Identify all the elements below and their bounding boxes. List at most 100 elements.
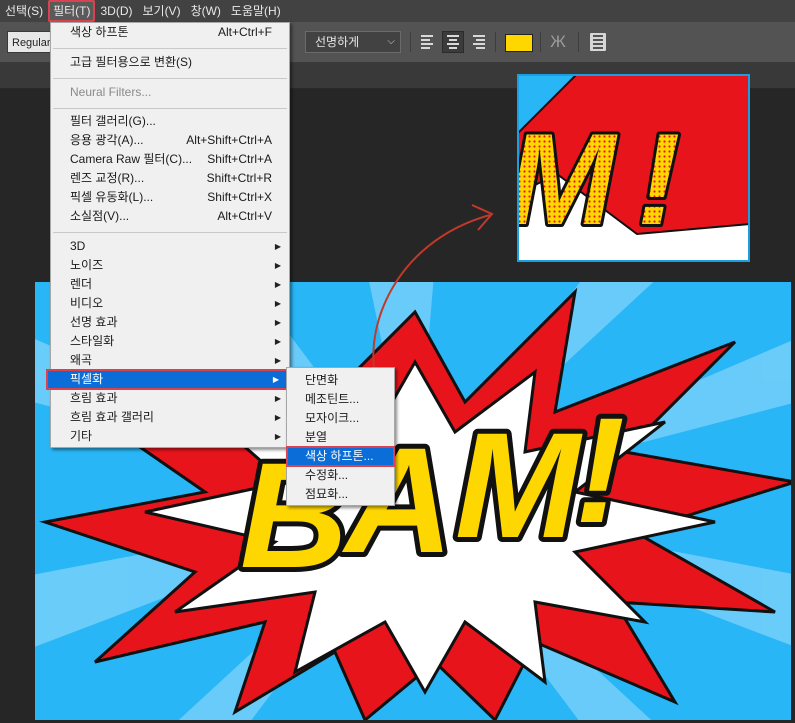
menu-item-label: 3D bbox=[70, 239, 86, 253]
menu-item-label: 흐림 효과 갤러리 bbox=[70, 410, 154, 424]
menu-item-shortcut: Shift+Ctrl+A bbox=[207, 152, 272, 166]
submenu-arrow-icon: ▶ bbox=[274, 394, 281, 403]
filter-menu: 색상 하프톤 Alt+Ctrl+F 고급 필터용으로 변환(S) Neural … bbox=[46, 22, 292, 448]
submenu-arrow-icon: ▶ bbox=[274, 299, 281, 308]
align-right-icon[interactable] bbox=[467, 31, 489, 53]
submenu-item-label: 수정화... bbox=[305, 468, 349, 482]
submenu-item-pointillize[interactable]: 점묘화... bbox=[287, 485, 394, 504]
submenu-arrow-icon: ▶ bbox=[274, 432, 281, 441]
menu-item-label: 고급 필터용으로 변환(S) bbox=[70, 55, 193, 69]
separator bbox=[495, 32, 496, 52]
menu-item-filter-gallery[interactable]: 필터 갤러리(G)... bbox=[51, 112, 289, 131]
menu-item-sharpen[interactable]: 선명 효과 ▶ bbox=[51, 313, 289, 332]
menu-item-label: Camera Raw 필터(C)... bbox=[70, 152, 193, 166]
menu-item-shortcut: Shift+Ctrl+X bbox=[207, 190, 272, 204]
submenu-arrow-icon: ▶ bbox=[274, 356, 281, 365]
menu-item-label: 응용 광각(A)... bbox=[70, 133, 144, 147]
separator bbox=[410, 32, 411, 52]
menu-item-label: 비디오 bbox=[70, 296, 104, 310]
menu-item-shortcut: Alt+Shift+Ctrl+A bbox=[186, 133, 272, 147]
submenu-arrow-icon: ▶ bbox=[272, 375, 279, 384]
menu-item-vanishing-point[interactable]: 소실점(V)... Alt+Ctrl+V bbox=[51, 207, 289, 226]
svg-text:M: M bbox=[517, 106, 618, 252]
submenu-arrow-icon: ▶ bbox=[274, 337, 281, 346]
menu-item-3d[interactable]: 3D ▶ bbox=[51, 237, 289, 256]
menu-item-liquify[interactable]: 픽셀 유동화(L)... Shift+Ctrl+X bbox=[51, 188, 289, 207]
menu-item-label: 색상 하프톤 bbox=[70, 25, 129, 39]
submenu-item-mosaic[interactable]: 모자이크... bbox=[287, 409, 394, 428]
submenu-item-label: 분열 bbox=[305, 430, 328, 444]
character-panel-icon[interactable] bbox=[590, 33, 606, 51]
menu-item-neural-filters[interactable]: Neural Filters... bbox=[51, 83, 289, 102]
submenu-item-mezzotint[interactable]: 메조틴트... bbox=[287, 390, 394, 409]
menu-item-shortcut: Shift+Ctrl+R bbox=[206, 171, 272, 185]
submenu-item-crystallize[interactable]: 수정화... bbox=[287, 466, 394, 485]
menu-bar: 선택(S) 필터(T) 3D(D) 보기(V) 창(W) 도움말(H) bbox=[0, 0, 795, 22]
menu-item-label: 선명 효과 bbox=[70, 315, 118, 329]
menu-item-label: 렌즈 교정(R)... bbox=[70, 171, 145, 185]
curved-arrow-icon bbox=[372, 204, 494, 376]
submenu-item-facet[interactable]: 단면화 bbox=[287, 371, 394, 390]
menu-item-blur-gallery[interactable]: 흐림 효과 갤러리 ▶ bbox=[51, 408, 289, 427]
menu-item-label: 픽셀화 bbox=[70, 372, 104, 386]
menu-view[interactable]: 보기(V) bbox=[137, 0, 185, 22]
svg-text:!: ! bbox=[575, 386, 625, 554]
menu-item-noise[interactable]: 노이즈 ▶ bbox=[51, 256, 289, 275]
text-color-swatch[interactable] bbox=[505, 34, 533, 52]
menu-item-video[interactable]: 비디오 ▶ bbox=[51, 294, 289, 313]
menu-separator bbox=[53, 48, 287, 49]
menu-item-render[interactable]: 렌더 ▶ bbox=[51, 275, 289, 294]
menu-item-last-filter[interactable]: 색상 하프톤 Alt+Ctrl+F bbox=[51, 23, 289, 42]
menu-item-shortcut: Alt+Ctrl+F bbox=[217, 25, 272, 39]
antialias-select[interactable]: 선명하게 ⌵ bbox=[305, 31, 401, 53]
menu-item-lens-correction[interactable]: 렌즈 교정(R)... Shift+Ctrl+R bbox=[51, 169, 289, 188]
menu-window[interactable]: 창(W) bbox=[186, 0, 226, 22]
menu-help[interactable]: 도움말(H) bbox=[226, 0, 286, 22]
menu-item-label: 소실점(V)... bbox=[70, 209, 130, 223]
submenu-arrow-icon: ▶ bbox=[274, 242, 281, 251]
submenu-item-label: 점묘화... bbox=[305, 487, 349, 501]
pixelate-submenu: 단면화 메조틴트... 모자이크... 분열 색상 하프톤... 수정화... … bbox=[286, 367, 395, 506]
separator bbox=[540, 32, 541, 52]
menu-item-label: 왜곡 bbox=[70, 353, 93, 367]
menu-separator bbox=[53, 108, 287, 109]
submenu-item-label: 메조틴트... bbox=[305, 392, 360, 406]
submenu-item-color-halftone[interactable]: 색상 하프톤... bbox=[286, 446, 395, 467]
chevron-down-icon: ⌵ bbox=[387, 36, 395, 47]
menu-item-label: 렌더 bbox=[70, 277, 93, 291]
font-style-field[interactable]: Regular bbox=[7, 31, 51, 53]
menu-item-blur[interactable]: 흐림 효과 ▶ bbox=[51, 389, 289, 408]
menu-item-label: 기타 bbox=[70, 429, 93, 443]
menu-item-pixelate[interactable]: 픽셀화 ▶ bbox=[46, 369, 292, 390]
svg-text:M: M bbox=[455, 401, 583, 569]
menu-item-adaptive-wide-angle[interactable]: 응용 광각(A)... Alt+Shift+Ctrl+A bbox=[51, 131, 289, 150]
warp-text-icon[interactable]: Ж bbox=[548, 32, 568, 52]
menu-item-label: 픽셀 유동화(L)... bbox=[70, 190, 154, 204]
halftone-preview: M ! bbox=[517, 74, 750, 262]
menu-item-distort[interactable]: 왜곡 ▶ bbox=[51, 351, 289, 370]
submenu-arrow-icon: ▶ bbox=[274, 280, 281, 289]
submenu-item-label: 단면화 bbox=[305, 373, 339, 387]
menu-item-label: Neural Filters... bbox=[70, 85, 152, 99]
align-center-icon[interactable] bbox=[442, 31, 464, 53]
submenu-arrow-icon: ▶ bbox=[274, 261, 281, 270]
align-left-icon[interactable] bbox=[417, 31, 439, 53]
submenu-item-fragment[interactable]: 분열 bbox=[287, 428, 394, 447]
submenu-item-label: 색상 하프톤... bbox=[305, 449, 374, 463]
menu-item-camera-raw[interactable]: Camera Raw 필터(C)... Shift+Ctrl+A bbox=[51, 150, 289, 169]
svg-text:!: ! bbox=[637, 106, 680, 252]
menu-3d[interactable]: 3D(D) bbox=[95, 0, 137, 22]
menu-item-label: 흐림 효과 bbox=[70, 391, 118, 405]
menu-filter[interactable]: 필터(T) bbox=[48, 0, 96, 22]
submenu-arrow-icon: ▶ bbox=[274, 413, 281, 422]
menu-separator bbox=[53, 78, 287, 79]
submenu-arrow-icon: ▶ bbox=[274, 318, 281, 327]
menu-item-convert-smart[interactable]: 고급 필터용으로 변환(S) bbox=[51, 53, 289, 72]
menu-item-label: 노이즈 bbox=[70, 258, 104, 272]
menu-item-other[interactable]: 기타 ▶ bbox=[51, 427, 289, 446]
menu-item-shortcut: Alt+Ctrl+V bbox=[217, 209, 272, 223]
menu-separator bbox=[53, 232, 287, 233]
menu-select[interactable]: 선택(S) bbox=[0, 0, 48, 22]
menu-item-label: 필터 갤러리(G)... bbox=[70, 114, 156, 128]
menu-item-stylize[interactable]: 스타일화 ▶ bbox=[51, 332, 289, 351]
